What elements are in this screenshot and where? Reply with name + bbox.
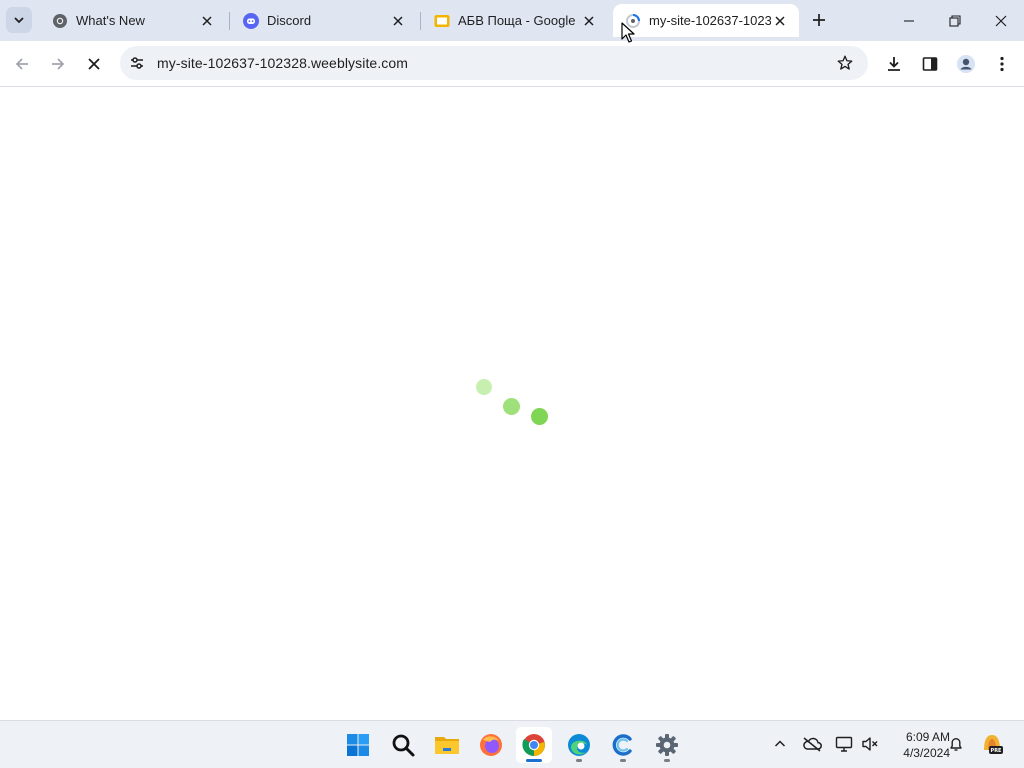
profile-button[interactable]: [950, 48, 982, 80]
chevron-up-icon: [774, 740, 786, 747]
tab-strip: What's New Discord АБВ Поща - Google S m…: [0, 0, 1024, 41]
tab-my-site[interactable]: my-site-102637-10232: [613, 4, 799, 37]
svg-text:PRE: PRE: [991, 748, 1003, 754]
address-bar[interactable]: my-site-102637-102328.weeblysite.com: [120, 46, 868, 80]
windows-logo-icon: [347, 734, 369, 756]
clock-time: 6:09 AM: [905, 730, 950, 744]
discord-icon: [243, 12, 259, 29]
plus-icon: [813, 14, 825, 26]
notification-bell-icon: [950, 738, 962, 751]
copilot-button[interactable]: PRE: [979, 731, 1005, 757]
running-indicator: [576, 759, 582, 762]
running-indicator: [620, 759, 626, 762]
start-button[interactable]: [340, 727, 376, 763]
tab-discord[interactable]: Discord: [231, 4, 417, 37]
tab-separator: [229, 12, 230, 30]
tab-title: АБВ Поща - Google S: [458, 13, 580, 28]
new-tab-button[interactable]: [806, 7, 832, 33]
chevron-down-icon: [14, 17, 24, 24]
tab-title: Discord: [267, 13, 312, 28]
restore-button[interactable]: [932, 0, 978, 41]
downloads-button[interactable]: [878, 48, 910, 80]
more-menu-icon: [1000, 56, 1004, 72]
firefox-icon: [480, 734, 502, 756]
side-panel-icon: [922, 57, 938, 71]
download-icon: [888, 57, 900, 71]
spinner-dot: [476, 379, 492, 395]
running-indicator: [664, 759, 670, 762]
tune-icon: [131, 57, 143, 69]
tab-close-icon[interactable]: [389, 12, 407, 30]
forward-arrow-icon: [52, 58, 65, 70]
search-icon: [392, 734, 415, 757]
ccleaner-button[interactable]: [605, 727, 641, 763]
chrome-button[interactable]: [516, 727, 552, 763]
tab-close-icon[interactable]: [580, 12, 598, 30]
network-tray-icon[interactable]: [831, 731, 857, 757]
settings-button[interactable]: [649, 727, 685, 763]
forward-button[interactable]: [42, 48, 74, 80]
tab-whats-new[interactable]: What's New: [40, 4, 226, 37]
network-icon: [835, 736, 853, 752]
browser-toolbar: my-site-102637-102328.weeblysite.com: [0, 41, 1024, 87]
site-info-button[interactable]: [122, 48, 152, 78]
search-button[interactable]: [385, 727, 421, 763]
edge-icon: [568, 734, 590, 756]
edge-button[interactable]: [561, 727, 597, 763]
firefox-button[interactable]: [473, 727, 509, 763]
close-window-button[interactable]: [978, 0, 1024, 41]
tab-title: What's New: [76, 13, 145, 28]
more-menu-button[interactable]: [986, 48, 1018, 80]
side-panel-button[interactable]: [914, 48, 946, 80]
folder-icon: [435, 737, 459, 754]
google-slides-icon: [434, 13, 450, 29]
taskbar: 6:09 AM 4/3/2024 PRE: [0, 720, 1024, 768]
close-icon: [995, 15, 1007, 26]
address-bar-url[interactable]: my-site-102637-102328.weeblysite.com: [157, 55, 830, 71]
clock-date: 4/3/2024: [903, 746, 950, 760]
running-indicator: [526, 759, 542, 762]
page-content: [0, 87, 1024, 720]
volume-muted-icon: [862, 737, 878, 751]
tab-close-icon[interactable]: [771, 12, 789, 30]
tab-search-button[interactable]: [6, 7, 32, 33]
gear-icon: [656, 734, 678, 756]
back-arrow-icon: [15, 58, 28, 70]
volume-tray-icon[interactable]: [857, 731, 883, 757]
tab-google-slides[interactable]: АБВ Поща - Google S: [422, 4, 608, 37]
mouse-cursor-icon: [621, 22, 635, 43]
onedrive-offline-icon: [803, 737, 822, 752]
onedrive-tray-icon[interactable]: [799, 731, 825, 757]
back-button[interactable]: [6, 48, 38, 80]
tab-title: my-site-102637-10232: [649, 13, 771, 28]
notifications-button[interactable]: [943, 731, 969, 757]
tab-close-icon[interactable]: [198, 12, 216, 30]
profile-icon: [957, 55, 975, 73]
chrome-icon: [522, 734, 545, 756]
copilot-pre-icon: PRE: [984, 735, 1003, 754]
star-outline-icon: [837, 55, 853, 70]
stop-loading-icon: [88, 58, 100, 70]
minimize-icon: [904, 19, 914, 22]
chrome-logo-icon: [52, 13, 68, 29]
spinner-dot: [503, 398, 520, 415]
minimize-button[interactable]: [886, 0, 932, 41]
stop-loading-button[interactable]: [78, 48, 110, 80]
bookmark-button[interactable]: [830, 48, 860, 78]
show-hidden-icons-button[interactable]: [767, 731, 793, 757]
restore-icon: [949, 14, 961, 27]
spinner-dot: [531, 408, 548, 425]
tab-separator: [420, 12, 421, 30]
file-explorer-button[interactable]: [429, 727, 465, 763]
taskbar-clock[interactable]: 6:09 AM 4/3/2024: [884, 729, 950, 761]
ccleaner-icon: [612, 734, 632, 756]
